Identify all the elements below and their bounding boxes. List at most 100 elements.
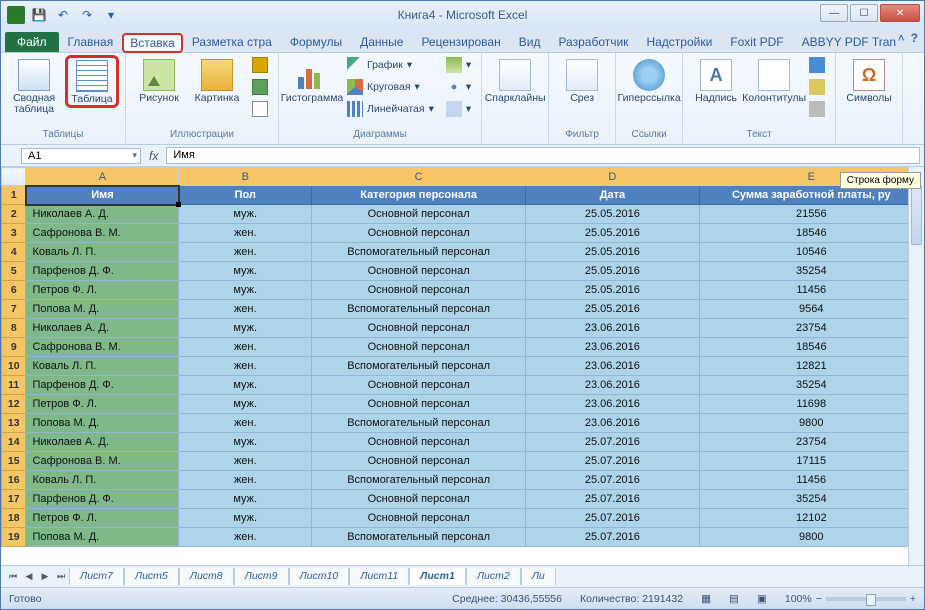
other-chart-button[interactable]: ▾ [442, 99, 475, 119]
cell-sex[interactable]: жен. [179, 357, 312, 376]
cell-name[interactable]: Николаев А. Д. [26, 433, 179, 452]
signature-button[interactable] [805, 77, 829, 97]
cell-category[interactable]: Основной персонал [312, 395, 526, 414]
cell-sum[interactable]: 35254 [699, 376, 923, 395]
cell-date[interactable]: 25.07.2016 [526, 471, 699, 490]
cell-date[interactable]: 25.07.2016 [526, 433, 699, 452]
cell-sex[interactable]: муж. [179, 509, 312, 528]
cell-sex[interactable]: жен. [179, 414, 312, 433]
header-cell[interactable]: Категория персонала [312, 186, 526, 205]
row-header[interactable]: 6 [2, 281, 26, 300]
sheet-nav-last-icon[interactable]: ⏭ [53, 569, 69, 585]
save-icon[interactable]: 💾 [29, 6, 49, 24]
cell-sex[interactable]: муж. [179, 433, 312, 452]
cell-category[interactable]: Вспомогательный персонал [312, 357, 526, 376]
tab-review[interactable]: Рецензирован [412, 31, 509, 52]
sheet-tab[interactable]: Лист8 [179, 568, 234, 585]
tab-pagelayout[interactable]: Разметка стра [183, 31, 281, 52]
row-header[interactable]: 5 [2, 262, 26, 281]
cell-category[interactable]: Основной персонал [312, 452, 526, 471]
row-header[interactable]: 7 [2, 300, 26, 319]
cell-category[interactable]: Основной персонал [312, 262, 526, 281]
undo-icon[interactable]: ↶ [53, 6, 73, 24]
cell-name[interactable]: Коваль Л. П. [26, 471, 179, 490]
cell-category[interactable]: Вспомогательный персонал [312, 300, 526, 319]
row-header[interactable]: 4 [2, 243, 26, 262]
redo-icon[interactable]: ↷ [77, 6, 97, 24]
row-header[interactable]: 16 [2, 471, 26, 490]
header-cell[interactable]: Имя [26, 186, 179, 205]
tab-formulas[interactable]: Формулы [281, 31, 351, 52]
cell-date[interactable]: 25.07.2016 [526, 490, 699, 509]
cell-sum[interactable]: 11456 [699, 471, 923, 490]
sheet-tab[interactable]: Лист1 [409, 568, 466, 585]
fx-icon[interactable]: fx [141, 149, 166, 163]
sheet-tab[interactable]: Лист5 [124, 568, 179, 585]
scatter-chart-button[interactable]: ▾ [442, 77, 475, 97]
cell-name[interactable]: Парфенов Д. Ф. [26, 376, 179, 395]
vertical-scrollbar[interactable] [908, 167, 924, 565]
ribbon-minimize-icon[interactable]: ˄ [898, 31, 905, 45]
hyperlink-button[interactable]: Гиперссылка [622, 55, 676, 104]
cell-sum[interactable]: 12821 [699, 357, 923, 376]
cell-date[interactable]: 25.05.2016 [526, 262, 699, 281]
cell-sex[interactable]: муж. [179, 319, 312, 338]
cell-category[interactable]: Основной персонал [312, 490, 526, 509]
header-cell[interactable]: Пол [179, 186, 312, 205]
cell-name[interactable]: Николаев А. Д. [26, 319, 179, 338]
tab-insert[interactable]: Вставка [122, 33, 183, 53]
cell-date[interactable]: 25.07.2016 [526, 509, 699, 528]
line-chart-button[interactable]: График ▾ [343, 55, 438, 75]
textbox-button[interactable]: AНадпись [689, 55, 743, 104]
cell-date[interactable]: 25.05.2016 [526, 300, 699, 319]
cell-sex[interactable]: жен. [179, 243, 312, 262]
sheet-tab[interactable]: Лист9 [234, 568, 289, 585]
help-icon[interactable]: ? [911, 31, 918, 45]
row-header[interactable]: 17 [2, 490, 26, 509]
tab-file[interactable]: Файл [5, 32, 59, 52]
cell-name[interactable]: Коваль Л. П. [26, 243, 179, 262]
row-header[interactable]: 1 [2, 186, 26, 205]
close-button[interactable]: ✕ [880, 4, 920, 22]
zoom-control[interactable]: 100% −+ [785, 593, 916, 605]
cell-sex[interactable]: жен. [179, 300, 312, 319]
sheet-tab[interactable]: Лист2 [466, 568, 521, 585]
cell-sum[interactable]: 11698 [699, 395, 923, 414]
cell-category[interactable]: Основной персонал [312, 281, 526, 300]
bar-chart-button[interactable]: Линейчатая ▾ [343, 99, 438, 119]
sheet-nav-first-icon[interactable]: ⏮ [5, 569, 21, 585]
row-header[interactable]: 9 [2, 338, 26, 357]
cell-sex[interactable]: муж. [179, 395, 312, 414]
pie-chart-button[interactable]: Круговая ▾ [343, 77, 438, 97]
worksheet-area[interactable]: ABCDE1ИмяПолКатегория персоналаДатаСумма… [1, 167, 924, 565]
picture-button[interactable]: Рисунок [132, 55, 186, 104]
row-header[interactable]: 13 [2, 414, 26, 433]
maximize-button[interactable]: ☐ [850, 4, 878, 22]
sheet-nav-prev-icon[interactable]: ◀ [21, 569, 37, 585]
cell-date[interactable]: 25.05.2016 [526, 281, 699, 300]
cell-name[interactable]: Коваль Л. П. [26, 357, 179, 376]
cell-sex[interactable]: жен. [179, 528, 312, 547]
row-header[interactable]: 15 [2, 452, 26, 471]
cell-category[interactable]: Основной персонал [312, 433, 526, 452]
smartart-button[interactable] [248, 77, 272, 97]
tab-abbyy[interactable]: ABBYY PDF Tran [793, 31, 905, 52]
header-footer-button[interactable]: Колонтитулы [747, 55, 801, 104]
sheet-tab[interactable]: Лист10 [289, 568, 350, 585]
row-header[interactable]: 11 [2, 376, 26, 395]
cell-date[interactable]: 25.07.2016 [526, 528, 699, 547]
tab-addins[interactable]: Надстройки [637, 31, 721, 52]
table-button[interactable]: Таблица [65, 55, 119, 108]
minimize-button[interactable]: — [820, 4, 848, 22]
cell-date[interactable]: 23.06.2016 [526, 338, 699, 357]
row-header[interactable]: 19 [2, 528, 26, 547]
cell-sex[interactable]: жен. [179, 224, 312, 243]
shapes-button[interactable] [248, 55, 272, 75]
view-normal-icon[interactable]: ▦ [701, 593, 711, 605]
view-pagebreak-icon[interactable]: ▣ [757, 593, 767, 605]
sheet-tab[interactable]: Лист11 [349, 568, 409, 585]
row-header[interactable]: 3 [2, 224, 26, 243]
pivot-table-button[interactable]: Сводная таблица [7, 55, 61, 115]
cell-sum[interactable]: 35254 [699, 490, 923, 509]
cell-sex[interactable]: муж. [179, 262, 312, 281]
